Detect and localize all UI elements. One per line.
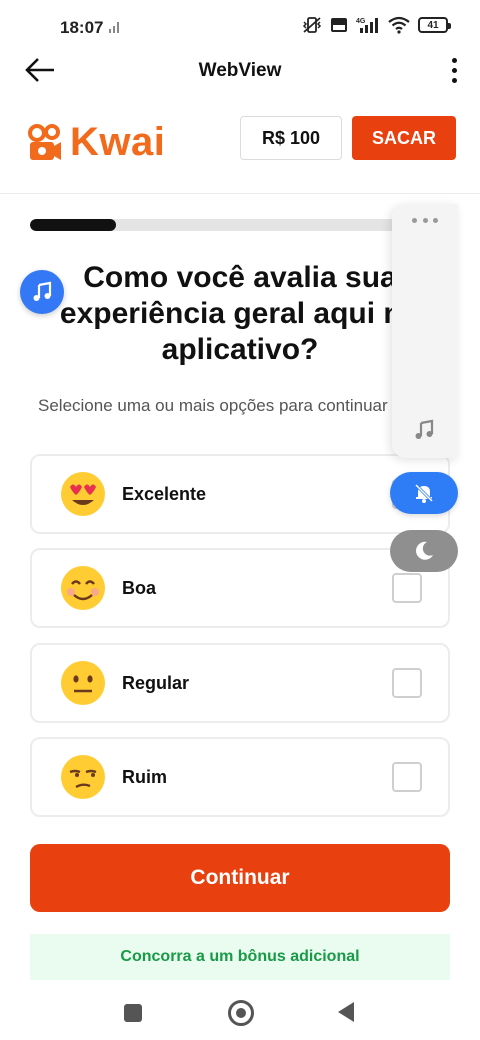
music-note-icon[interactable] (412, 418, 436, 442)
balance-display: R$ 100 (240, 116, 342, 160)
webview-toolbar: WebView (0, 52, 480, 92)
neutral-emoji-icon (61, 661, 105, 705)
withdraw-button[interactable]: SACAR (352, 116, 456, 160)
app-header: Kwai R$ 100 SACAR (0, 106, 480, 194)
floating-side-panel (392, 204, 458, 458)
kwai-camera-logo-icon (28, 123, 61, 160)
survey-progress-fill (30, 219, 116, 231)
option-label: Ruim (122, 766, 167, 787)
unamused-emoji-icon (61, 755, 105, 799)
system-back-button[interactable] (338, 1002, 354, 1022)
music-note-icon (33, 281, 52, 301)
panel-handle-icon[interactable] (412, 218, 438, 224)
more-options-button[interactable] (440, 52, 468, 88)
option-checkbox[interactable] (392, 668, 422, 698)
option-label: Boa (122, 577, 157, 598)
option-checkbox[interactable] (392, 573, 422, 603)
option-excelente[interactable]: Excelente (30, 454, 450, 534)
home-button[interactable] (228, 1000, 254, 1026)
music-floating-button[interactable] (20, 270, 64, 314)
dot-icon (451, 57, 457, 63)
signal-small-icon (109, 22, 119, 33)
page-title: WebView (198, 60, 282, 81)
moon-icon (416, 541, 433, 560)
vibrate-icon (302, 17, 322, 33)
dot-icon (451, 77, 457, 83)
bell-off-icon (414, 483, 434, 503)
status-bar: 18:07 4G 41 (0, 0, 480, 52)
brand-name: Kwai (70, 120, 166, 164)
survey-question: Como você avalia sua experiência geral a… (59, 261, 421, 366)
kwai-logo: Kwai (28, 120, 165, 165)
option-label: Regular (122, 672, 190, 693)
smiling-emoji-icon (61, 566, 105, 610)
option-boa[interactable]: Boa (30, 548, 450, 628)
volte-icon (331, 18, 347, 32)
status-icons: 4G 41 (302, 16, 451, 34)
cell-signal-icon: 4G (356, 18, 378, 33)
dark-mode-button[interactable] (390, 530, 458, 572)
recents-button[interactable] (124, 1004, 142, 1022)
status-time: 18:07 (60, 18, 104, 37)
option-regular[interactable]: Regular (30, 643, 450, 723)
heart-eyes-emoji-icon (61, 472, 105, 516)
battery-indicator: 41 (418, 17, 451, 33)
survey-progress-bar (30, 219, 420, 231)
bonus-banner: Concorra a um bônus adicional (30, 934, 450, 980)
option-label: Excelente (122, 483, 207, 504)
option-checkbox[interactable] (392, 762, 422, 792)
option-ruim[interactable]: Ruim (30, 737, 450, 817)
continue-button[interactable]: Continuar (30, 844, 450, 912)
mute-notifications-button[interactable] (390, 472, 458, 514)
svg-text:4G: 4G (356, 18, 366, 25)
wifi-icon (388, 16, 410, 34)
system-navigation-bar (0, 990, 480, 1040)
dot-icon (451, 67, 457, 73)
